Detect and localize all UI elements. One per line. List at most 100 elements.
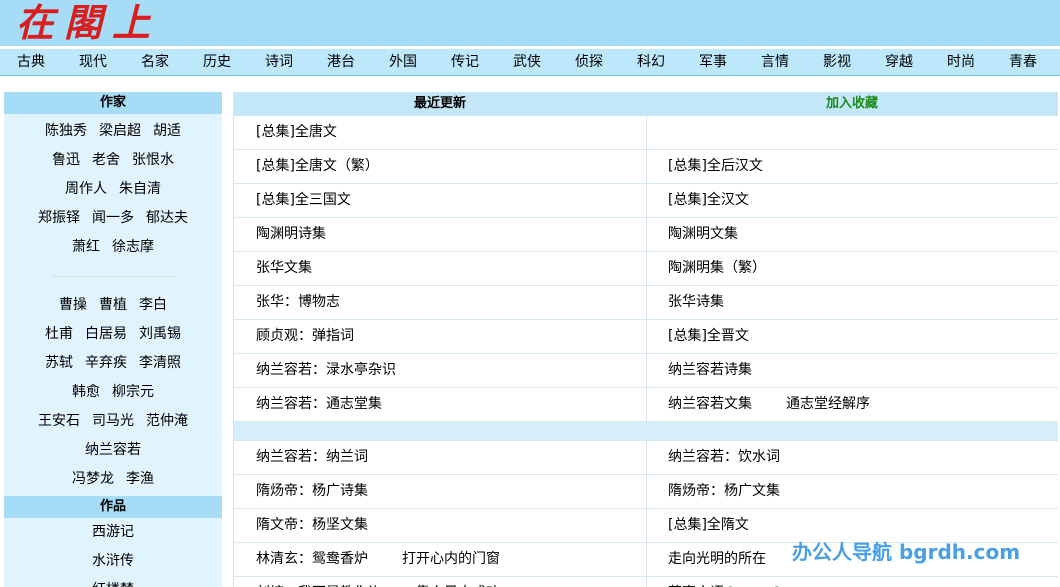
nav-item[interactable]: 时尚 xyxy=(930,49,992,75)
book-link[interactable]: [总集]全晋文 xyxy=(668,328,749,344)
book-link[interactable]: 陶渊明诗集 xyxy=(256,226,326,242)
nav-item[interactable]: 军事 xyxy=(682,49,744,75)
work-row: 西游记 xyxy=(4,518,222,547)
book-link[interactable]: 打开心内的门窗 xyxy=(402,551,500,567)
book-link[interactable]: 顾贞观：弹指词 xyxy=(256,328,354,344)
nav-item[interactable]: 穿越 xyxy=(868,49,930,75)
author-link[interactable]: 苏轼 xyxy=(45,349,73,378)
author-link[interactable]: 白居易 xyxy=(85,320,127,349)
author-link[interactable]: 梁启超 xyxy=(99,117,141,146)
classical-author-list: 曹操 曹植 李白 杜甫 白居易 刘禹锡 苏轼 辛弃疾 李清照 韩愈 柳宗元 王安石 司马光 范仲淹 纳兰容若… xyxy=(4,291,222,494)
book-link[interactable]: 陶渊明文集 xyxy=(668,226,738,242)
book-link[interactable]: 林清玄：鸳鸯香炉 xyxy=(256,551,368,567)
book-link[interactable]: 通志堂经解序 xyxy=(786,396,870,412)
author-link[interactable]: 范仲淹 xyxy=(146,407,188,436)
panel-header: 最近更新 加入收藏 xyxy=(234,92,1058,116)
sidebar-author-heading: 作家 xyxy=(4,92,222,114)
author-link[interactable]: 冯梦龙 xyxy=(72,465,114,494)
nav-item[interactable]: 传记 xyxy=(434,49,496,75)
nav-item[interactable]: 言情 xyxy=(744,49,806,75)
author-link[interactable]: 王安石 xyxy=(38,407,80,436)
nav-item[interactable]: 武侠 xyxy=(496,49,558,75)
author-link[interactable]: 司马光 xyxy=(92,407,134,436)
book-link[interactable]: [总集]全唐文 xyxy=(256,124,337,140)
book-link[interactable]: 张华诗集 xyxy=(668,294,724,310)
author-link[interactable]: 郑振铎 xyxy=(38,204,80,233)
author-link[interactable]: 杜甫 xyxy=(45,320,73,349)
author-row: 陈独秀 梁启超 胡适 xyxy=(4,117,222,146)
book-link[interactable]: 纳兰容若：通志堂集 xyxy=(256,396,382,412)
left-cell: 纳兰容若：渌水亭杂识 xyxy=(256,354,646,387)
book-link[interactable]: [总集]全后汉文 xyxy=(668,158,763,174)
author-link[interactable]: 曹操 xyxy=(59,291,87,320)
nav-item[interactable]: 侦探 xyxy=(558,49,620,75)
author-link[interactable]: 辛弃疾 xyxy=(85,349,127,378)
author-link[interactable]: 朱自清 xyxy=(119,175,161,204)
book-link[interactable]: 纳兰容若诗集 xyxy=(668,362,752,378)
author-link[interactable]: 张恨水 xyxy=(132,146,174,175)
left-cell: [总集]全唐文 xyxy=(256,116,646,149)
site-logo[interactable]: 在閣上 xyxy=(16,0,160,46)
author-link[interactable]: 曹植 xyxy=(99,291,127,320)
right-cell: 陶渊明集（繁） xyxy=(668,252,1058,285)
book-link[interactable]: 纳兰容若：饮水词 xyxy=(668,449,780,465)
nav-item[interactable]: 影视 xyxy=(806,49,868,75)
book-link[interactable]: 隋炀帝：杨广文集 xyxy=(668,483,780,499)
author-link[interactable]: 郁达夫 xyxy=(146,204,188,233)
bookmark-link[interactable]: 加入收藏 xyxy=(646,92,1058,116)
book-link[interactable]: 陶渊明集（繁） xyxy=(668,260,766,276)
nav-item[interactable]: 外国 xyxy=(372,49,434,75)
author-row: 王安石 司马光 范仲淹 xyxy=(4,407,222,436)
book-link[interactable]: 隋文帝：杨坚文集 xyxy=(256,517,368,533)
author-link[interactable]: 柳宗元 xyxy=(112,378,154,407)
nav-item[interactable]: 青春 xyxy=(992,49,1054,75)
book-link[interactable]: 隋炀帝：杨广诗集 xyxy=(256,483,368,499)
book-link[interactable]: 纳兰容若：渌水亭杂识 xyxy=(256,362,396,378)
work-link[interactable]: 西游记 xyxy=(92,518,134,547)
book-link[interactable]: 张华：博物志 xyxy=(256,294,340,310)
work-link[interactable]: 红楼梦 xyxy=(92,576,134,587)
author-link[interactable]: 闻一多 xyxy=(92,204,134,233)
author-link[interactable]: 陈独秀 xyxy=(45,117,87,146)
left-cell: [总集]全三国文 xyxy=(256,184,646,217)
book-link[interactable]: [总集]全唐文（繁） xyxy=(256,158,379,174)
right-cell: [总集]全晋文 xyxy=(668,320,1058,353)
author-link[interactable]: 老舍 xyxy=(92,146,120,175)
left-cell: 纳兰容若：纳兰词 xyxy=(256,441,646,474)
nav-item[interactable]: 港台 xyxy=(310,49,372,75)
book-link[interactable]: 张华文集 xyxy=(256,260,312,276)
author-link[interactable]: 周作人 xyxy=(65,175,107,204)
right-cell: 纳兰容若文集 通志堂经解序 xyxy=(668,388,1058,421)
author-link[interactable]: 萧红 xyxy=(72,233,100,262)
column-divider xyxy=(646,116,647,587)
author-link[interactable]: 李清照 xyxy=(139,349,181,378)
book-link[interactable]: [总集]全隋文 xyxy=(668,517,749,533)
author-link[interactable]: 李渔 xyxy=(126,465,154,494)
left-cell: 隋文帝：杨坚文集 xyxy=(256,509,646,542)
nav-item[interactable]: 历史 xyxy=(186,49,248,75)
author-link[interactable]: 胡适 xyxy=(153,117,181,146)
right-cell: 纳兰容若诗集 xyxy=(668,354,1058,387)
book-link[interactable]: [总集]全三国文 xyxy=(256,192,351,208)
work-link[interactable]: 水浒传 xyxy=(92,547,134,576)
author-row: 郑振铎 闻一多 郁达夫 xyxy=(4,204,222,233)
work-row: 红楼梦 xyxy=(4,576,222,587)
nav-item[interactable]: 科幻 xyxy=(620,49,682,75)
author-link[interactable]: 纳兰容若 xyxy=(85,436,141,465)
nav-item[interactable]: 名家 xyxy=(124,49,186,75)
book-link[interactable]: 纳兰容若：纳兰词 xyxy=(256,449,368,465)
author-link[interactable]: 刘禹锡 xyxy=(139,320,181,349)
author-link[interactable]: 徐志摩 xyxy=(112,233,154,262)
left-cell: 张华文集 xyxy=(256,252,646,285)
nav-item[interactable]: 古典 xyxy=(0,49,62,75)
author-row: 纳兰容若 xyxy=(4,436,222,465)
author-link[interactable]: 李白 xyxy=(139,291,167,320)
book-link[interactable]: 纳兰容若文集 xyxy=(668,396,752,412)
nav-item[interactable]: 诗词 xyxy=(248,49,310,75)
author-link[interactable]: 韩愈 xyxy=(72,378,100,407)
work-row: 水浒传 xyxy=(4,547,222,576)
author-link[interactable]: 鲁迅 xyxy=(52,146,80,175)
book-link[interactable]: 走向光明的所在 xyxy=(668,551,766,567)
book-link[interactable]: [总集]全汉文 xyxy=(668,192,749,208)
nav-item[interactable]: 现代 xyxy=(62,49,124,75)
